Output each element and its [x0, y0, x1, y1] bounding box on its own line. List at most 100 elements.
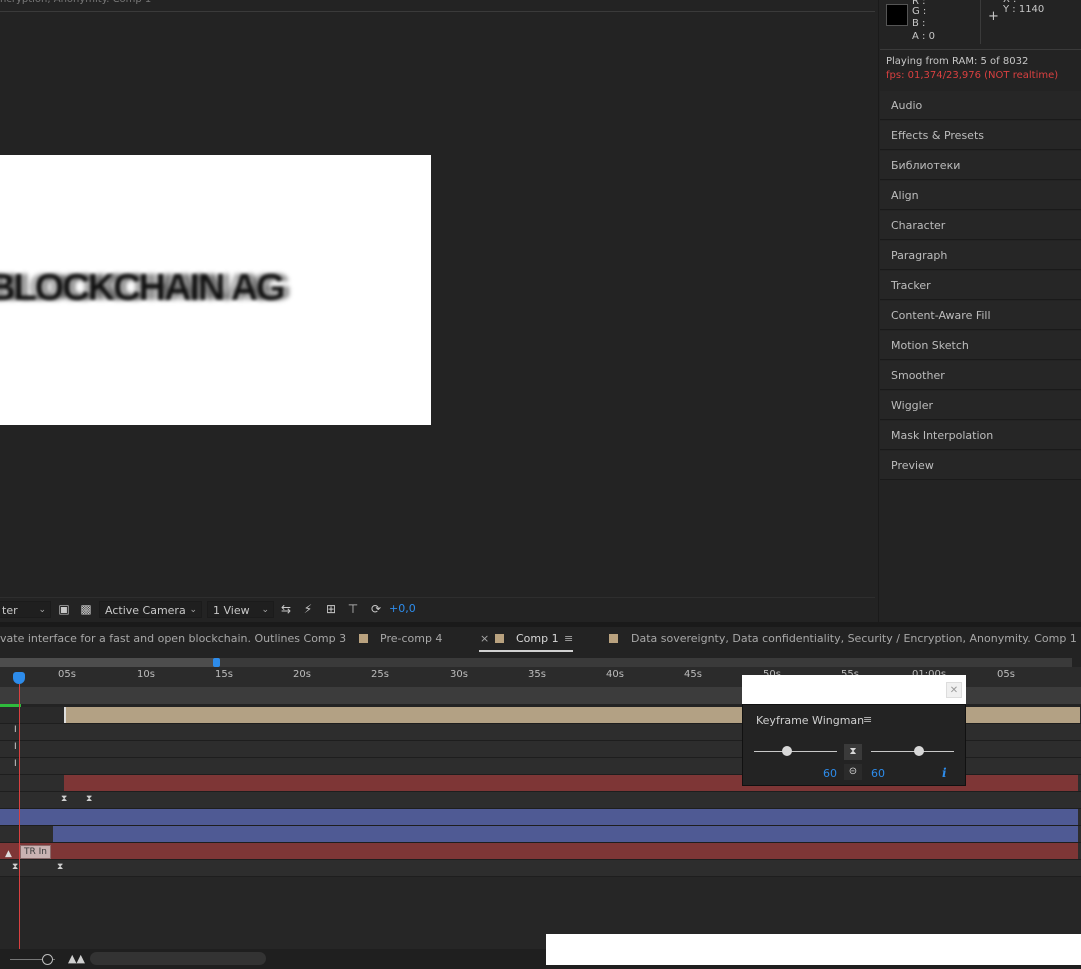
panel-tracker[interactable]: Tracker [880, 271, 1081, 300]
ease-in-value[interactable]: 60 [871, 767, 885, 780]
views-dropdown[interactable]: 1 View ⌄ [207, 601, 274, 618]
panel-libraries[interactable]: Библиотеки [880, 151, 1081, 180]
views-value: 1 View [213, 604, 250, 617]
crosshair-icon: + [988, 9, 999, 24]
ruler-tick: 45s [684, 669, 702, 680]
info-y: Y : 1140 [1003, 4, 1045, 15]
viewer-toolbar: ter ⌄ ▣ ▩ Active Camera ⌄ 1 View ⌄ ⇆ ⚡ ⊞… [0, 597, 875, 622]
keyframe-icon[interactable]: ⧗ [57, 862, 63, 872]
info-a: A : 0 [912, 31, 935, 42]
hold-keyframe-icon[interactable]: I [14, 725, 17, 735]
keyframe-wingman-title: Keyframe Wingman [756, 714, 865, 727]
layer-marker-label[interactable]: TR In [20, 845, 51, 859]
navigator-end-handle[interactable] [213, 658, 220, 667]
tab-outlines-comp-3[interactable]: vate interface for a fast and open block… [0, 632, 346, 645]
panel-audio[interactable]: Audio [880, 91, 1081, 120]
layer-track[interactable] [0, 809, 1081, 826]
chevron-down-icon: ⌄ [189, 605, 197, 615]
tab-data-sovereignty-comp-1[interactable]: Data sovereignty, Data confidentiality, … [631, 632, 1077, 645]
ram-status: Playing from RAM: 5 of 8032 [886, 56, 1029, 67]
composition-canvas[interactable]: BLOCKCHAIN AG [0, 155, 431, 425]
info-divider [980, 0, 981, 44]
fast-previews-icon[interactable]: ⚡ [301, 602, 315, 616]
tab-close-icon[interactable]: × [480, 632, 489, 645]
layer-bar-red[interactable] [0, 843, 1078, 859]
region-of-interest-icon[interactable]: ▣ [57, 602, 71, 616]
panel-smoother[interactable]: Smoother [880, 361, 1081, 390]
current-time-indicator-line [19, 684, 20, 969]
layer-track[interactable]: ⧗ ⧗ [0, 792, 1081, 809]
exposure-value[interactable]: +0,0 [389, 602, 416, 615]
flowchart-icon[interactable]: ⊤ [346, 602, 360, 616]
keyframe-wingman-header[interactable] [742, 675, 966, 704]
info-b: B : [912, 18, 926, 29]
toggle-pixel-aspect-icon[interactable]: ⇆ [279, 602, 293, 616]
active-tab-indicator [479, 650, 573, 652]
fps-status: fps: 01,374/23,976 (NOT realtime) [886, 70, 1059, 81]
keyframe-icon[interactable]: ⧗ [86, 794, 92, 804]
hold-keyframe-icon[interactable]: I [14, 742, 17, 752]
ease-out-slider[interactable] [754, 751, 837, 752]
timeline-scrollbar[interactable] [90, 952, 266, 965]
camera-value: Active Camera [105, 604, 186, 617]
easy-ease-icon[interactable]: ⧗ [844, 744, 862, 760]
close-icon[interactable]: ✕ [946, 682, 962, 698]
ease-out-value[interactable]: 60 [823, 767, 837, 780]
ruler-tick: 25s [371, 669, 389, 680]
chevron-down-icon: ⌄ [38, 605, 46, 615]
camera-dropdown[interactable]: Active Camera ⌄ [99, 601, 202, 618]
chevron-down-icon: ⌄ [261, 605, 269, 615]
keyframe-icon[interactable]: ⧗ [12, 862, 18, 872]
layer-bar-blue[interactable] [0, 809, 1078, 825]
ruler-tick: 15s [215, 669, 233, 680]
tab-pre-comp-4[interactable]: Pre-comp 4 [380, 632, 442, 645]
timeline-icon[interactable]: ⊞ [324, 602, 338, 616]
hold-keyframe-icon[interactable]: I [14, 759, 17, 769]
keyframe-icon[interactable]: ⧗ [61, 794, 67, 804]
resolution-value: ter [2, 604, 18, 617]
layer-track[interactable] [0, 843, 1081, 860]
viewer-title-divider [0, 11, 875, 12]
ease-in-slider[interactable] [871, 751, 954, 752]
comp-color-icon [359, 634, 368, 643]
zoom-slider-knob[interactable] [42, 954, 53, 965]
comp-color-icon [495, 634, 504, 643]
zoom-in-mountain-icon[interactable]: ▲▲ [68, 952, 85, 965]
panel-menu-icon[interactable]: ≡ [863, 713, 872, 726]
panel-motion-sketch[interactable]: Motion Sketch [880, 331, 1081, 360]
ruler-tick: 30s [450, 669, 468, 680]
ruler-tick: 10s [137, 669, 155, 680]
panel-content-aware-fill[interactable]: Content-Aware Fill [880, 301, 1081, 330]
time-navigator-range[interactable] [0, 658, 217, 667]
ruler-tick: 05s [58, 669, 76, 680]
panel-mask-interpolation[interactable]: Mask Interpolation [880, 421, 1081, 450]
canvas-text: BLOCKCHAIN AG [0, 267, 286, 309]
panel-character[interactable]: Character [880, 211, 1081, 240]
tab-menu-icon[interactable]: ≡ [564, 632, 573, 645]
info-icon[interactable]: i [942, 766, 947, 780]
panel-align[interactable]: Align [880, 181, 1081, 210]
ruler-tick: 05s [997, 669, 1015, 680]
panel-preview[interactable]: Preview [880, 451, 1081, 480]
ruler-tick: 35s [528, 669, 546, 680]
reset-exposure-icon[interactable]: ⟳ [369, 602, 383, 616]
ruler-tick: 20s [293, 669, 311, 680]
layer-track[interactable]: ⧗ ⧗ [0, 860, 1081, 877]
info-separator [880, 49, 1081, 50]
viewer-title: ncryption, Anonymity. Comp 1 [0, 0, 875, 10]
ruler-tick: 40s [606, 669, 624, 680]
layer-track[interactable] [0, 826, 1081, 843]
transparency-grid-icon[interactable]: ▩ [79, 602, 93, 616]
info-g: G : [912, 6, 927, 17]
panel-effects-presets[interactable]: Effects & Presets [880, 121, 1081, 150]
panel-paragraph[interactable]: Paragraph [880, 241, 1081, 270]
panel-wiggler[interactable]: Wiggler [880, 391, 1081, 420]
tab-comp-1[interactable]: Comp 1 [516, 632, 559, 645]
marker-icon[interactable]: ▲ [5, 849, 12, 859]
link-icon[interactable]: ⊝ [844, 764, 862, 780]
current-time-indicator[interactable] [13, 672, 25, 684]
resolution-dropdown[interactable]: ter ⌄ [0, 601, 51, 618]
color-swatch [886, 4, 908, 26]
layer-bar-blue[interactable] [53, 826, 1078, 842]
comp-color-icon [609, 634, 618, 643]
